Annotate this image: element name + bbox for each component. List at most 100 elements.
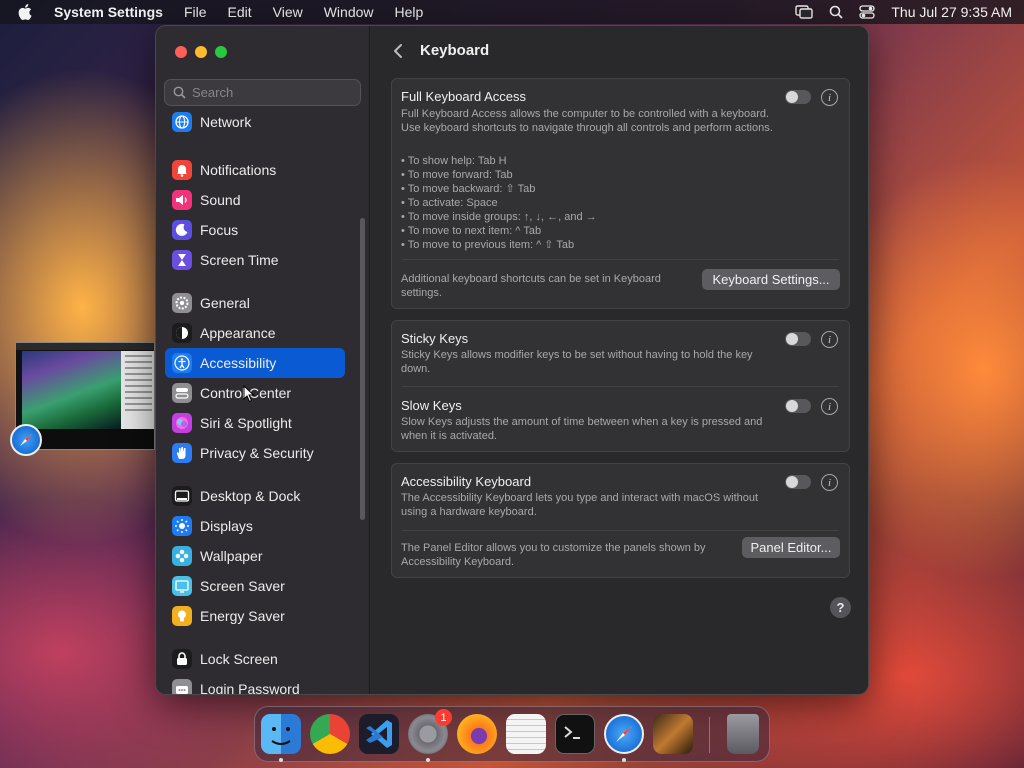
search-input[interactable] <box>192 85 352 100</box>
sidebar-item-label: Displays <box>200 518 253 534</box>
sidebar-item-notifications[interactable]: Notifications <box>165 155 345 185</box>
safari-icon[interactable] <box>604 714 644 754</box>
sidebar-item-label: Desktop & Dock <box>200 488 301 504</box>
sidebar-item-lock-screen[interactable]: Lock Screen <box>165 644 345 674</box>
vscode-icon[interactable] <box>359 714 399 754</box>
menu-file[interactable]: File <box>184 4 207 20</box>
sidebar-item-label: General <box>200 295 250 311</box>
sidebar-item-label: Lock Screen <box>200 651 278 667</box>
slow-keys-toggle[interactable] <box>785 399 811 413</box>
help-button[interactable]: ? <box>830 597 851 618</box>
sidebar-item-label: Notifications <box>200 162 277 178</box>
menu-clock[interactable]: Thu Jul 27 9:35 AM <box>891 4 1012 20</box>
sidebar-item-appearance[interactable]: Appearance <box>165 318 345 348</box>
mouse-cursor-icon <box>243 385 255 403</box>
control-center-icon[interactable] <box>859 5 876 19</box>
sidebar-item-label: Energy Saver <box>200 608 285 624</box>
sidebar: Network Notifications Sound Focus Screen Tim… <box>156 26 370 694</box>
zoom-button[interactable] <box>215 46 227 58</box>
fka-description: Full Keyboard Access allows the computer… <box>401 108 773 134</box>
fka-shortcut-list: • To show help: Tab H • To move forward: … <box>401 154 781 252</box>
full-keyboard-access-card: Full Keyboard Access Full Keyboard Acces… <box>391 78 850 309</box>
menu-window[interactable]: Window <box>324 4 374 20</box>
sidebar-item-label: Sound <box>200 192 241 208</box>
screen-mirroring-icon[interactable] <box>795 5 814 19</box>
sidebar-item-control-center[interactable]: Control Center <box>165 378 345 408</box>
close-button[interactable] <box>175 46 187 58</box>
fka-shortcut-item: • To move to next item: ^ Tab <box>401 225 542 237</box>
fka-shortcut-item: • To move to previous item: ^ ⇧ Tab <box>401 239 575 251</box>
running-indicator <box>426 758 430 762</box>
safari-icon[interactable] <box>10 424 42 456</box>
window-controls <box>175 46 227 58</box>
menu-app-name[interactable]: System Settings <box>54 4 163 20</box>
accessibility-keyboard-card: Accessibility Keyboard The Accessibility… <box>391 463 850 578</box>
sun-icon <box>172 516 192 536</box>
sticky-keys-info-icon[interactable]: i <box>821 331 838 348</box>
search-field[interactable] <box>164 79 361 106</box>
keyboard-settings-button[interactable]: Keyboard Settings... <box>702 269 840 290</box>
system-settings-window: Network Notifications Sound Focus Screen Tim… <box>155 25 869 695</box>
sidebar-item-displays[interactable]: Displays <box>165 511 345 541</box>
sidebar-item-screen-time[interactable]: Screen Time <box>165 245 345 275</box>
fka-shortcut-item: • To show help: Tab H <box>401 155 507 167</box>
sidebar-item-wallpaper[interactable]: Wallpaper <box>165 541 345 571</box>
sidebar-scrollbar[interactable] <box>360 218 365 520</box>
sidebar-item-privacy-and-security[interactable]: Privacy & Security <box>165 438 345 468</box>
sticky-keys-toggle[interactable] <box>785 332 811 346</box>
sidebar-item-sound[interactable]: Sound <box>165 185 345 215</box>
fka-toggle[interactable] <box>785 90 811 104</box>
sidebar-item-network[interactable]: Network <box>165 112 345 137</box>
sidebar-item-desktop-and-dock[interactable]: Desktop & Dock <box>165 481 345 511</box>
notification-badge: 1 <box>435 709 452 726</box>
sidebar-item-focus[interactable]: Focus <box>165 215 345 245</box>
fka-shortcut-item: • To move forward: Tab <box>401 169 513 181</box>
running-indicator <box>622 758 626 762</box>
menu-bar: System Settings File Edit View Window He… <box>0 0 1024 24</box>
panel-editor-button[interactable]: Panel Editor... <box>742 537 840 558</box>
sidebar-item-login-password[interactable]: Login Password <box>165 674 345 695</box>
back-chevron-icon[interactable] <box>391 42 405 60</box>
bulb-icon <box>172 606 192 626</box>
sidebar-item-label: Login Password <box>200 681 300 695</box>
sidebar-item-accessibility[interactable]: Accessibility <box>165 348 345 378</box>
terminal-icon[interactable] <box>555 714 595 754</box>
sticky-keys-description: Sticky Keys allows modifier keys to be s… <box>401 349 753 375</box>
hourglass-icon <box>172 250 192 270</box>
fka-info-icon[interactable]: i <box>821 89 838 106</box>
textedit-icon[interactable] <box>506 714 546 754</box>
panel-editor-text: The Panel Editor allows you to customize… <box>401 542 706 568</box>
sidebar-item-screen-saver[interactable]: Screen Saver <box>165 571 345 601</box>
sidebar-item-label: Wallpaper <box>200 548 263 564</box>
finder-icon[interactable] <box>261 714 301 754</box>
search-icon <box>173 86 186 99</box>
speaker-icon <box>172 190 192 210</box>
screensaver-icon <box>172 576 192 596</box>
sidebar-item-label: Screen Saver <box>200 578 285 594</box>
settings-icon[interactable]: 1 <box>408 709 452 754</box>
sidebar-item-general[interactable]: General <box>165 288 345 318</box>
menu-view[interactable]: View <box>273 4 303 20</box>
guitar-icon[interactable] <box>653 714 693 754</box>
accessibility-keyboard-toggle[interactable] <box>785 475 811 489</box>
gear-icon <box>172 293 192 313</box>
firefox-icon[interactable] <box>457 714 497 754</box>
sidebar-item-label: Accessibility <box>200 355 277 371</box>
sidebar-list: Network Notifications Sound Focus Screen Tim… <box>156 112 370 695</box>
globe-icon <box>172 112 192 132</box>
accessibility-keyboard-info-icon[interactable]: i <box>821 474 838 491</box>
sidebar-item-siri-and-spotlight[interactable]: Siri & Spotlight <box>165 408 345 438</box>
sticky-slow-keys-card: Sticky Keys Sticky Keys allows modifier … <box>391 320 850 452</box>
trash-icon[interactable] <box>727 714 759 754</box>
spotlight-icon[interactable] <box>829 5 843 19</box>
apple-icon[interactable] <box>18 4 32 20</box>
chrome-icon[interactable] <box>310 714 350 754</box>
minimize-button[interactable] <box>195 46 207 58</box>
menu-help[interactable]: Help <box>395 4 424 20</box>
menu-edit[interactable]: Edit <box>228 4 252 20</box>
running-indicator <box>279 758 283 762</box>
hand-icon <box>172 443 192 463</box>
slow-keys-info-icon[interactable]: i <box>821 398 838 415</box>
dock-separator <box>709 717 710 753</box>
sidebar-item-energy-saver[interactable]: Energy Saver <box>165 601 345 631</box>
